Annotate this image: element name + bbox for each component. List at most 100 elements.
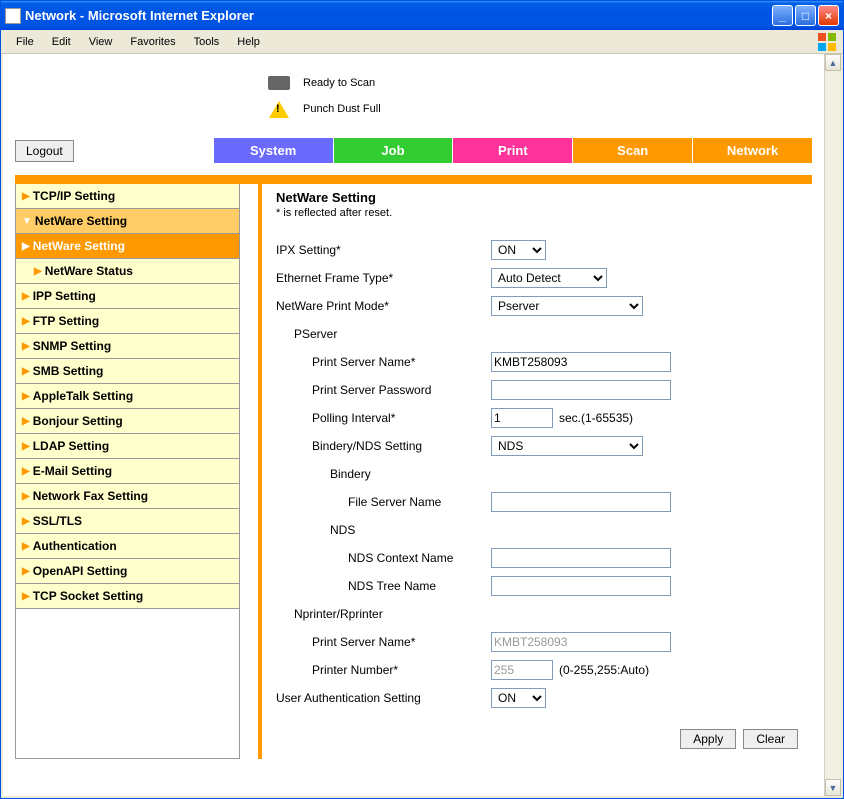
arrow-icon: ▶ bbox=[22, 541, 30, 552]
titlebar[interactable]: Network - Microsoft Internet Explorer _ … bbox=[1, 1, 843, 30]
sidebar-item-appletalk[interactable]: ▶AppleTalk Setting bbox=[16, 384, 239, 409]
arrow-icon: ▶ bbox=[22, 291, 30, 302]
window-title: Network - Microsoft Internet Explorer bbox=[25, 8, 772, 23]
menu-edit[interactable]: Edit bbox=[43, 34, 80, 50]
poll-suffix: sec.(1-65535) bbox=[559, 411, 633, 425]
ipx-select[interactable]: ON bbox=[491, 240, 546, 260]
status-punch: Punch Dust Full bbox=[303, 103, 381, 115]
poll-input[interactable] bbox=[491, 408, 553, 428]
logout-button[interactable]: Logout bbox=[15, 140, 74, 162]
arrow-icon: ▶ bbox=[22, 366, 30, 377]
nds-heading: NDS bbox=[276, 523, 491, 537]
sidebar-item-networkfax[interactable]: ▶Network Fax Setting bbox=[16, 484, 239, 509]
arrow-icon: ▶ bbox=[22, 391, 30, 402]
minimize-button[interactable]: _ bbox=[772, 5, 793, 26]
menu-file[interactable]: File bbox=[7, 34, 43, 50]
menu-view[interactable]: View bbox=[80, 34, 122, 50]
sidebar-item-smb[interactable]: ▶SMB Setting bbox=[16, 359, 239, 384]
arrow-icon: ▶ bbox=[22, 466, 30, 477]
menu-favorites[interactable]: Favorites bbox=[121, 34, 184, 50]
sidebar-item-label: IPP Setting bbox=[33, 289, 96, 303]
sidebar-item-snmp[interactable]: ▶SNMP Setting bbox=[16, 334, 239, 359]
sidebar-item-label: LDAP Setting bbox=[33, 439, 109, 453]
ndstree-input[interactable] bbox=[491, 576, 671, 596]
sidebar-item-ftp[interactable]: ▶FTP Setting bbox=[16, 309, 239, 334]
arrow-down-icon: ▼ bbox=[22, 216, 32, 227]
tab-print[interactable]: Print bbox=[453, 138, 573, 163]
sidebar-item-tcpip[interactable]: ▶TCP/IP Setting bbox=[16, 184, 239, 209]
arrow-icon: ▶ bbox=[22, 591, 30, 602]
uauth-select[interactable]: ON bbox=[491, 688, 546, 708]
close-button[interactable]: × bbox=[818, 5, 839, 26]
fsname-label: File Server Name bbox=[276, 495, 491, 509]
pserver-heading: PServer bbox=[276, 327, 491, 341]
pspw-input[interactable] bbox=[491, 380, 671, 400]
sidebar-item-label: NetWare Setting bbox=[33, 239, 125, 253]
sidebar-item-ipp[interactable]: ▶IPP Setting bbox=[16, 284, 239, 309]
tab-system[interactable]: System bbox=[214, 138, 334, 163]
sidebar-item-authentication[interactable]: ▶Authentication bbox=[16, 534, 239, 559]
sidebar-item-netware-parent[interactable]: ▼NetWare Setting bbox=[16, 209, 239, 234]
maximize-button[interactable]: □ bbox=[795, 5, 816, 26]
scanner-icon bbox=[265, 72, 293, 94]
arrow-icon: ▶ bbox=[22, 416, 30, 427]
arrow-icon: ▶ bbox=[22, 516, 30, 527]
bindery-heading: Bindery bbox=[276, 467, 491, 481]
sidebar-item-label: Authentication bbox=[33, 539, 117, 553]
windows-flag-icon bbox=[817, 32, 837, 52]
apply-button[interactable]: Apply bbox=[680, 729, 736, 749]
arrow-icon: ▶ bbox=[22, 441, 30, 452]
menubar: File Edit View Favorites Tools Help bbox=[1, 30, 843, 54]
scrollbar[interactable]: ▲ ▼ bbox=[824, 54, 841, 796]
sidebar-item-label: OpenAPI Setting bbox=[33, 564, 128, 578]
sidebar-item-label: AppleTalk Setting bbox=[33, 389, 133, 403]
sidebar-item-label: SSL/TLS bbox=[33, 514, 82, 528]
psname-input[interactable] bbox=[491, 352, 671, 372]
poll-label: Polling Interval* bbox=[276, 411, 491, 425]
sidebar-item-openapi[interactable]: ▶OpenAPI Setting bbox=[16, 559, 239, 584]
arrow-icon: ▶ bbox=[22, 491, 30, 502]
psname-label: Print Server Name* bbox=[276, 355, 491, 369]
np-psname-input bbox=[491, 632, 671, 652]
menu-tools[interactable]: Tools bbox=[185, 34, 229, 50]
arrow-icon: ▶ bbox=[22, 566, 30, 577]
sidebar-item-netware-setting[interactable]: ▶NetWare Setting bbox=[16, 234, 239, 259]
tab-scan[interactable]: Scan bbox=[573, 138, 693, 163]
sidebar-item-ssltls[interactable]: ▶SSL/TLS bbox=[16, 509, 239, 534]
warning-icon bbox=[265, 98, 293, 120]
np-num-suffix: (0-255,255:Auto) bbox=[559, 663, 649, 677]
main-tabs: System Job Print Scan Network bbox=[214, 138, 812, 163]
uauth-label: User Authentication Setting bbox=[276, 691, 491, 705]
sidebar-item-label: TCP Socket Setting bbox=[33, 589, 143, 603]
scroll-up-icon[interactable]: ▲ bbox=[825, 54, 841, 71]
sidebar: ▶TCP/IP Setting ▼NetWare Setting ▶NetWar… bbox=[15, 184, 240, 759]
menu-help[interactable]: Help bbox=[228, 34, 269, 50]
sidebar-item-netware-status[interactable]: ▶NetWare Status bbox=[16, 259, 239, 284]
device-status: Ready to Scan Punch Dust Full bbox=[265, 70, 812, 122]
mode-select[interactable]: Pserver bbox=[491, 296, 643, 316]
ndsctx-label: NDS Context Name bbox=[276, 551, 491, 565]
divider bbox=[15, 175, 812, 184]
frame-select[interactable]: Auto Detect bbox=[491, 268, 607, 288]
sidebar-item-ldap[interactable]: ▶LDAP Setting bbox=[16, 434, 239, 459]
pspw-label: Print Server Password bbox=[276, 383, 491, 397]
scroll-down-icon[interactable]: ▼ bbox=[825, 779, 841, 796]
tab-network[interactable]: Network bbox=[693, 138, 812, 163]
status-ready: Ready to Scan bbox=[303, 77, 375, 89]
sidebar-item-label: FTP Setting bbox=[33, 314, 99, 328]
ndstree-label: NDS Tree Name bbox=[276, 579, 491, 593]
sidebar-item-label: NetWare Setting bbox=[35, 214, 127, 228]
sidebar-item-label: Network Fax Setting bbox=[33, 489, 148, 503]
sidebar-item-email[interactable]: ▶E-Mail Setting bbox=[16, 459, 239, 484]
clear-button[interactable]: Clear bbox=[743, 729, 798, 749]
scroll-thumb[interactable] bbox=[825, 71, 841, 779]
sidebar-item-label: NetWare Status bbox=[45, 264, 133, 278]
bindnds-select[interactable]: NDS bbox=[491, 436, 643, 456]
ndsctx-input[interactable] bbox=[491, 548, 671, 568]
sidebar-item-bonjour[interactable]: ▶Bonjour Setting bbox=[16, 409, 239, 434]
tab-job[interactable]: Job bbox=[334, 138, 454, 163]
sidebar-item-tcpsocket[interactable]: ▶TCP Socket Setting bbox=[16, 584, 239, 609]
arrow-icon: ▶ bbox=[34, 266, 42, 277]
reset-note: * is reflected after reset. bbox=[276, 207, 804, 219]
fsname-input[interactable] bbox=[491, 492, 671, 512]
